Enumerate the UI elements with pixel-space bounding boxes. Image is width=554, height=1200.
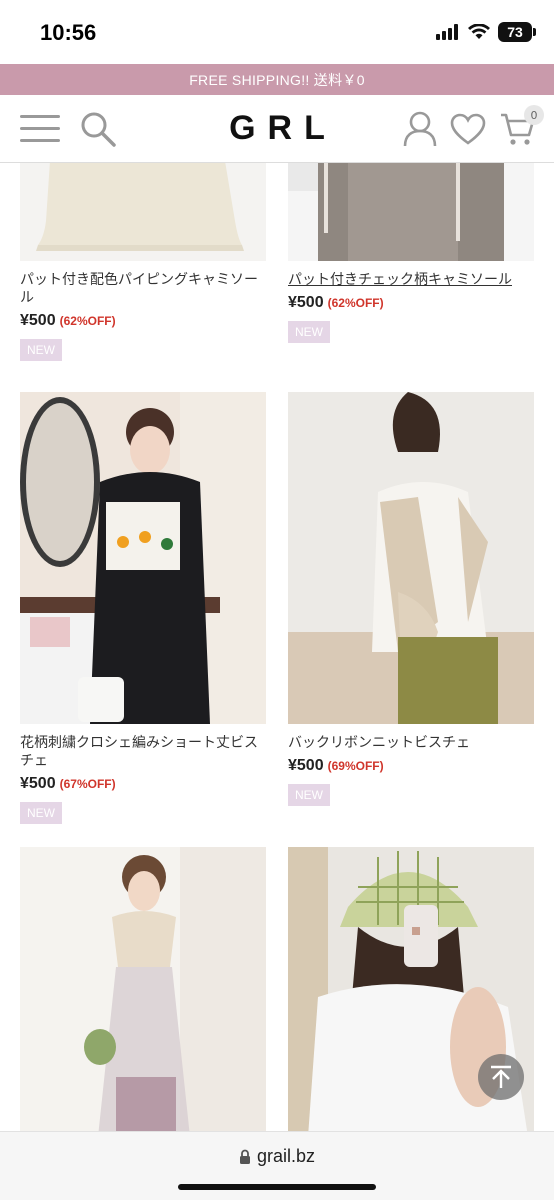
cart-count-badge: 0	[524, 105, 544, 125]
product-name[interactable]: パット付き配色パイピングキャミソール	[20, 271, 266, 307]
product-image[interactable]	[20, 392, 266, 724]
new-badge: NEW	[20, 339, 62, 361]
account-icon	[403, 111, 437, 147]
product-discount: (69%OFF)	[327, 759, 384, 773]
shipping-banner[interactable]: FREE SHIPPING!! 送料￥0	[0, 64, 554, 95]
browser-bottom-bar: grail.bz	[0, 1131, 554, 1200]
product-image[interactable]	[288, 163, 534, 261]
url-bar[interactable]: grail.bz	[0, 1146, 554, 1167]
product-card[interactable]: 花柄刺繍クロシェ編みショート丈ビスチェ ¥500 (67%OFF) NEW	[20, 392, 266, 824]
product-name[interactable]: パット付きチェック柄キャミソール	[288, 271, 534, 289]
product-card[interactable]: パット付き配色パイピングキャミソール ¥500 (62%OFF) NEW	[20, 163, 266, 361]
product-photo	[20, 163, 266, 261]
lock-icon	[239, 1149, 250, 1164]
status-time: 10:56	[40, 20, 97, 45]
product-photo	[20, 847, 266, 1131]
cart-button[interactable]: 0	[496, 105, 544, 151]
battery-indicator: 73	[498, 22, 536, 42]
product-photo	[288, 163, 534, 261]
product-photo	[20, 392, 266, 724]
product-image[interactable]	[288, 392, 534, 724]
product-card[interactable]: バックリボンニットビスチェ ¥500 (69%OFF) NEW	[288, 392, 534, 806]
new-badge: NEW	[288, 321, 330, 343]
scroll-to-top-button[interactable]	[478, 1054, 524, 1100]
product-photo	[288, 392, 534, 724]
product-image[interactable]	[20, 847, 266, 1131]
url-text: grail.bz	[256, 1146, 316, 1166]
heart-icon	[450, 113, 486, 145]
product-price: ¥500	[288, 294, 324, 311]
product-card[interactable]: パット付きチェック柄キャミソール ¥500 (62%OFF) NEW	[288, 163, 534, 343]
product-discount: (62%OFF)	[327, 296, 384, 310]
new-badge: NEW	[20, 802, 62, 824]
product-image[interactable]	[20, 163, 266, 261]
product-price: ¥500	[20, 775, 56, 792]
status-bar: 10:56 73	[0, 0, 554, 64]
product-grid: パット付き配色パイピングキャミソール ¥500 (62%OFF) NEW パット…	[0, 163, 554, 1131]
product-name[interactable]: 花柄刺繍クロシェ編みショート丈ビスチェ	[20, 734, 266, 770]
product-name[interactable]: バックリボンニットビスチェ	[288, 734, 534, 752]
status-icons: 73	[436, 22, 536, 42]
account-button[interactable]	[398, 107, 442, 151]
product-price: ¥500	[20, 312, 56, 329]
home-indicator	[178, 1184, 376, 1190]
product-price: ¥500	[288, 757, 324, 774]
arrow-up-icon	[491, 1065, 511, 1088]
product-card[interactable]	[20, 847, 266, 1131]
wifi-icon	[468, 24, 490, 39]
cellular-signal-icon	[436, 24, 458, 40]
product-discount: (62%OFF)	[59, 314, 116, 328]
new-badge: NEW	[288, 784, 330, 806]
favorites-button[interactable]	[446, 107, 490, 151]
site-header: GRL 0	[0, 95, 554, 163]
product-discount: (67%OFF)	[59, 777, 116, 791]
